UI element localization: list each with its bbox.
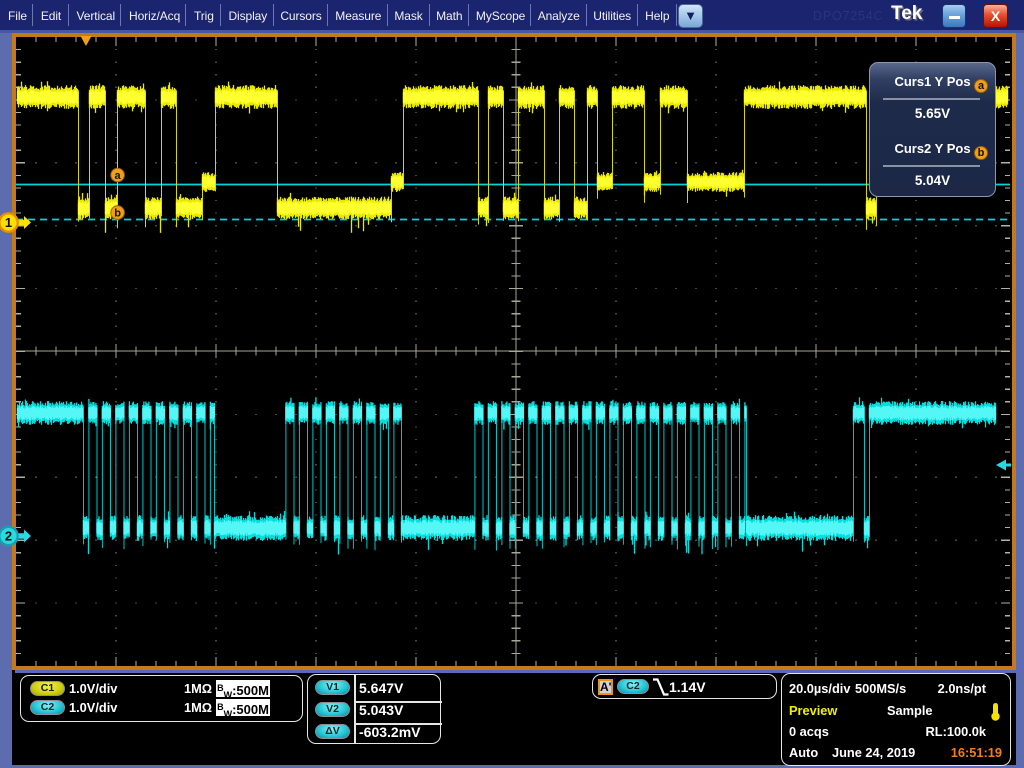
svg-text:a: a [115,170,122,182]
svg-text:2: 2 [5,529,12,544]
svg-text:1: 1 [5,215,12,230]
svg-text:b: b [114,208,121,220]
